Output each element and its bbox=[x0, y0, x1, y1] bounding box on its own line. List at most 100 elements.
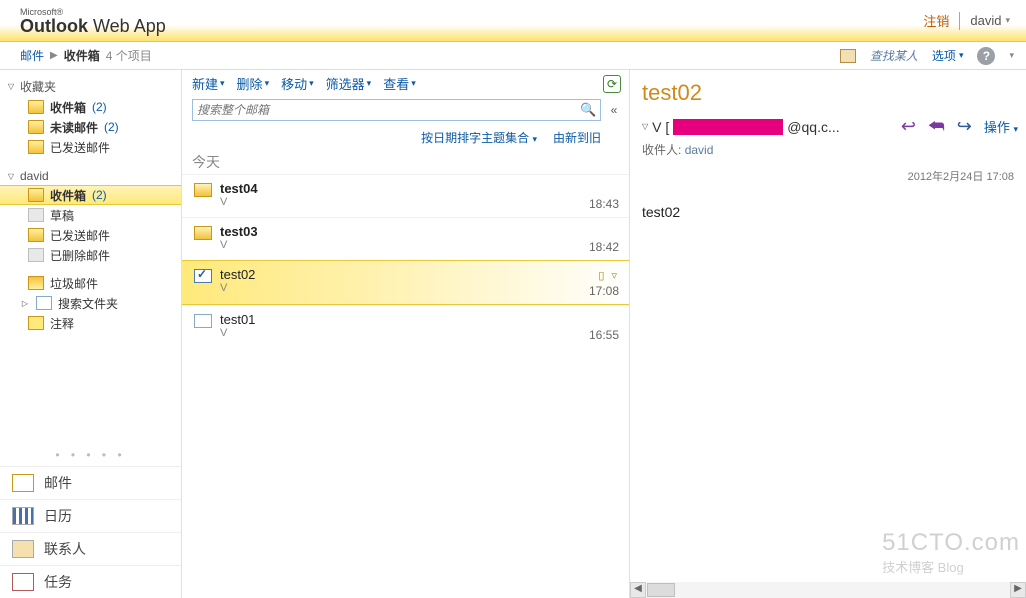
collapse-icon bbox=[6, 172, 16, 181]
message-list-column: 新建▾ 删除▾ 移动▾ 筛选器▾ 查看▾ ⟳ 🔍 « 按日期排字主题集合 ▾ 由… bbox=[182, 70, 630, 598]
message-subject: test04 bbox=[220, 181, 589, 196]
message-list: test04V18:43test03V18:42test02V▯ ▿17:08t… bbox=[182, 174, 629, 598]
nav-drafts[interactable]: 草稿 bbox=[0, 205, 181, 225]
scroll-left-button[interactable]: ◀ bbox=[630, 582, 646, 598]
expand-icon[interactable]: ▽ bbox=[642, 122, 648, 131]
view-button[interactable]: 查看▾ bbox=[383, 74, 416, 93]
message-from: V bbox=[220, 239, 589, 251]
favorites-header[interactable]: 收藏夹 bbox=[0, 76, 181, 97]
message-status-icon bbox=[194, 269, 212, 283]
contacts-icon bbox=[12, 540, 34, 558]
from-redacted bbox=[673, 119, 783, 135]
breadcrumb-bar: 邮件 ▶ 收件箱 4 个项目 查找某人 选项▾ ?▾ bbox=[0, 42, 1026, 70]
message-right: 18:42 bbox=[589, 224, 619, 254]
move-button[interactable]: 移动▾ bbox=[281, 74, 314, 93]
list-toolbar: 新建▾ 删除▾ 移动▾ 筛选器▾ 查看▾ ⟳ bbox=[182, 70, 629, 95]
from-line: ▽ V [ @qq.c... ↩ ⮪ ↪ 操作 ▾ bbox=[642, 116, 1018, 137]
calendar-icon bbox=[12, 507, 34, 525]
message-subject: test03 bbox=[220, 224, 589, 239]
expand-icon bbox=[20, 299, 30, 308]
search-box: 🔍 bbox=[192, 99, 601, 121]
reading-actions: ↩ ⮪ ↪ 操作 ▾ bbox=[901, 116, 1018, 137]
inbox-icon bbox=[28, 100, 44, 114]
header-right: 注销 david▾ bbox=[923, 11, 1026, 30]
notes-icon bbox=[28, 316, 44, 330]
chevron-down-icon: ▾ bbox=[1005, 15, 1010, 26]
message-subject: test01 bbox=[220, 312, 589, 327]
logo-owa: Outlook Web App bbox=[20, 17, 166, 35]
nav-calendar[interactable]: 日历 bbox=[0, 499, 181, 532]
sent-icon bbox=[28, 228, 44, 242]
message-row[interactable]: test03V18:42 bbox=[182, 217, 629, 260]
message-right: 16:55 bbox=[589, 312, 619, 342]
message-mid: test03V bbox=[220, 224, 589, 254]
message-status-icon bbox=[194, 183, 212, 197]
message-time: 18:42 bbox=[589, 224, 619, 254]
user-menu[interactable]: david▾ bbox=[970, 13, 1010, 28]
nav-contacts[interactable]: 联系人 bbox=[0, 532, 181, 565]
from-prefix: V [ bbox=[652, 119, 669, 135]
nav-search-folders[interactable]: 搜索文件夹 bbox=[0, 293, 181, 313]
message-time: 16:55 bbox=[589, 312, 619, 342]
forward-icon[interactable]: ↪ bbox=[957, 116, 972, 137]
message-flags[interactable]: ▯ ▿ bbox=[589, 267, 619, 282]
sort-order[interactable]: 由新到旧 bbox=[553, 129, 601, 146]
main-columns: 收藏夹 收件箱(2) 未读邮件(2) 已发送邮件 david 收件箱(2) 草稿… bbox=[0, 70, 1026, 598]
message-row[interactable]: test02V▯ ▿17:08 bbox=[182, 260, 629, 305]
reading-pane: test02 ▽ V [ @qq.c... ↩ ⮪ ↪ 操作 ▾ 收件人: da… bbox=[630, 70, 1026, 598]
breadcrumb-current: 收件箱 bbox=[64, 47, 100, 64]
search-folder-icon bbox=[36, 296, 52, 310]
nav-junk[interactable]: 垃圾邮件 bbox=[0, 273, 181, 293]
nav-deleted[interactable]: 已删除邮件 bbox=[0, 245, 181, 265]
message-mid: test01V bbox=[220, 312, 589, 342]
nav-tasks[interactable]: 任务 bbox=[0, 565, 181, 598]
message-status-icon bbox=[194, 314, 212, 328]
mailbox-header[interactable]: david bbox=[0, 167, 181, 185]
message-subject: test02 bbox=[220, 267, 589, 282]
deleted-icon bbox=[28, 248, 44, 262]
nav-fav-inbox[interactable]: 收件箱(2) bbox=[0, 97, 181, 117]
search-scope-dropdown[interactable]: « bbox=[607, 103, 621, 117]
nav-mail[interactable]: 邮件 bbox=[0, 466, 181, 499]
refresh-button[interactable]: ⟳ bbox=[603, 75, 621, 93]
actions-menu[interactable]: 操作 ▾ bbox=[984, 117, 1018, 136]
nav-notes[interactable]: 注释 bbox=[0, 313, 181, 333]
message-right: ▯ ▿17:08 bbox=[589, 267, 619, 298]
horizontal-scrollbar[interactable]: ◀ ▶ bbox=[630, 582, 1026, 598]
collapse-icon bbox=[6, 82, 16, 91]
reply-icon[interactable]: ↩ bbox=[901, 116, 916, 137]
new-button[interactable]: 新建▾ bbox=[192, 74, 225, 93]
message-from: V bbox=[220, 196, 589, 208]
reading-date: 2012年2月24日 17:08 bbox=[642, 168, 1014, 184]
mail-icon bbox=[12, 474, 34, 492]
help-icon[interactable]: ? bbox=[977, 47, 995, 65]
to-line: 收件人: david bbox=[642, 141, 1018, 158]
breadcrumb-root[interactable]: 邮件 bbox=[20, 47, 44, 64]
recipient-link[interactable]: david bbox=[685, 143, 714, 157]
find-person[interactable]: 查找某人 bbox=[870, 47, 918, 64]
message-mid: test02V bbox=[220, 267, 589, 298]
nav-sent[interactable]: 已发送邮件 bbox=[0, 225, 181, 245]
message-row[interactable]: test01V16:55 bbox=[182, 305, 629, 348]
nav-fav-unread[interactable]: 未读邮件(2) bbox=[0, 117, 181, 137]
message-from: V bbox=[220, 327, 589, 339]
options-link[interactable]: 选项▾ bbox=[932, 47, 964, 64]
search-input[interactable] bbox=[197, 103, 580, 117]
nav-fav-sent[interactable]: 已发送邮件 bbox=[0, 137, 181, 157]
arrange-by[interactable]: 按日期排字主题集合 ▾ bbox=[421, 129, 537, 146]
junk-icon bbox=[28, 276, 44, 290]
signout-link[interactable]: 注销 bbox=[923, 11, 949, 30]
scroll-right-button[interactable]: ▶ bbox=[1010, 582, 1026, 598]
search-icon[interactable]: 🔍 bbox=[580, 102, 596, 118]
nav-inbox[interactable]: 收件箱(2) bbox=[0, 185, 181, 205]
address-book-icon[interactable] bbox=[840, 49, 856, 63]
watermark: 51CTO.com 技术博客 Blog bbox=[882, 529, 1020, 576]
filter-button[interactable]: 筛选器▾ bbox=[326, 74, 372, 93]
reply-all-icon[interactable]: ⮪ bbox=[928, 116, 945, 137]
tasks-icon bbox=[12, 573, 34, 591]
message-row[interactable]: test04V18:43 bbox=[182, 174, 629, 217]
folder-icon bbox=[28, 120, 44, 134]
delete-button[interactable]: 删除▾ bbox=[237, 74, 270, 93]
scroll-thumb[interactable] bbox=[647, 583, 675, 597]
nav-grip[interactable]: • • • • • bbox=[0, 444, 181, 466]
